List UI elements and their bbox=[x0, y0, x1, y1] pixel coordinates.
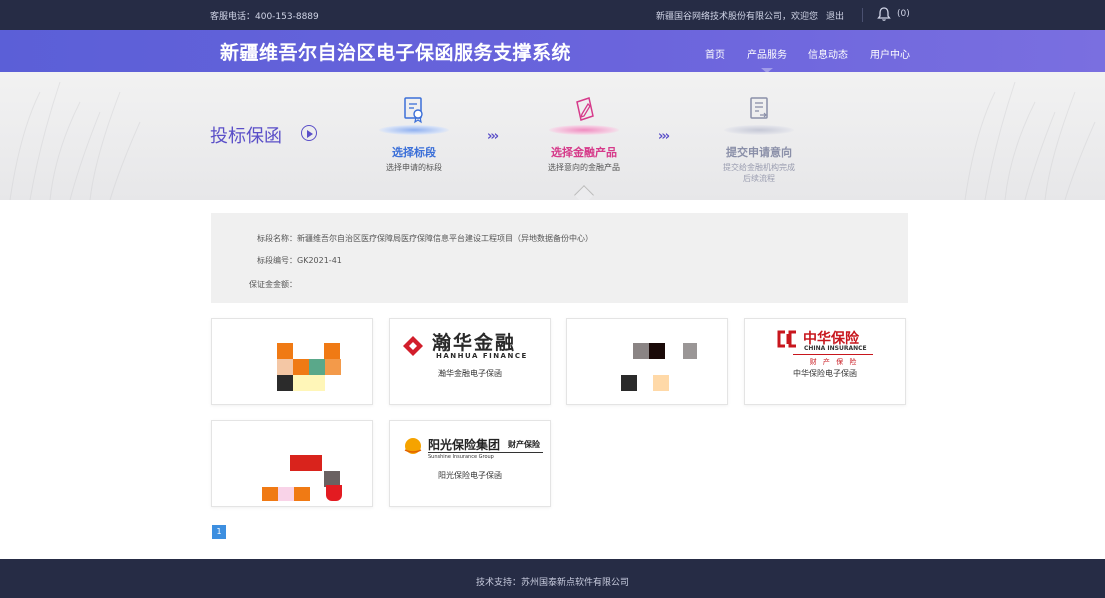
product-card-china-insurance[interactable]: 中华保险 CHINA INSURANCE 财 产 保 险 中华保险电子保函 bbox=[744, 318, 906, 405]
section-name: 标段名称：新疆维吾尔自治区医疗保障局医疗保障信息平台建设工程项目（异地数据备份中… bbox=[257, 234, 593, 243]
nav-home[interactable]: 首页 bbox=[705, 46, 725, 61]
divider bbox=[862, 8, 863, 22]
footer: 技术支持：苏州国泰新点软件有限公司 bbox=[0, 559, 1105, 598]
product-card-hanhua[interactable]: 瀚华金融 HANHUA FINANCE 瀚华金融电子保函 bbox=[389, 318, 551, 405]
sunshine-logo-side: 财产保险 bbox=[508, 440, 540, 449]
play-icon bbox=[301, 125, 317, 141]
background-decoration bbox=[9, 81, 141, 200]
china-insurance-emblem-icon bbox=[777, 330, 796, 348]
product-card[interactable] bbox=[211, 318, 373, 405]
sunshine-emblem-icon bbox=[404, 438, 422, 454]
page-1-button[interactable]: 1 bbox=[212, 525, 226, 539]
sunshine-logo-subtitle: Sunshine Insurance Group bbox=[428, 454, 494, 460]
hanhua-logo-subtitle: HANHUA FINANCE bbox=[436, 352, 528, 360]
hanhua-emblem-icon bbox=[403, 336, 423, 356]
background-decoration bbox=[964, 81, 1096, 200]
service-phone: 客服电话：400-153-8889 bbox=[210, 12, 319, 22]
nav-products[interactable]: 产品服务 bbox=[747, 46, 787, 73]
platform-glow bbox=[724, 125, 794, 135]
welcome-text: 新疆国谷网络技术股份有限公司，欢迎您 bbox=[656, 12, 819, 22]
step-desc: 选择申请的标段 bbox=[386, 163, 442, 172]
section-code: 标段编号：GK2021-41 bbox=[257, 256, 342, 265]
product-card[interactable] bbox=[211, 420, 373, 507]
step-banner: 投标保函 选择标段 选择申请的标段 ››› 选择金融产品 选择意向的金融产品 ›… bbox=[0, 72, 1105, 200]
main-header: 新疆维吾尔自治区电子保函服务支撑系统 首页 产品服务 信息动态 用户中心 bbox=[0, 30, 1105, 73]
step-arrow: ››› bbox=[487, 129, 499, 144]
step-submit-application: 提交申请意向 提交给金融机构完成后续流程 bbox=[702, 72, 812, 200]
top-bar: 客服电话：400-153-8889 新疆国谷网络技术股份有限公司，欢迎您 退出 … bbox=[0, 0, 1105, 30]
page-title: 投标保函 bbox=[210, 126, 282, 147]
system-title: 新疆维吾尔自治区电子保函服务支撑系统 bbox=[220, 42, 572, 64]
product-caption: 阳光保险电子保函 bbox=[438, 471, 502, 480]
sunshine-logo-title: 阳光保险集团 bbox=[428, 438, 501, 452]
step-name: 选择金融产品 bbox=[551, 146, 617, 159]
china-insurance-logo-sub2: 财 产 保 险 bbox=[809, 358, 859, 366]
product-card-sunshine[interactable]: 阳光保险集团 财产保险 Sunshine Insurance Group 阳光保… bbox=[389, 420, 551, 507]
deposit-amount-label: 保证金金额： bbox=[249, 280, 297, 289]
nav-news[interactable]: 信息动态 bbox=[808, 46, 848, 61]
hanhua-logo-title: 瀚华金融 bbox=[432, 332, 517, 354]
document-stamp-icon bbox=[404, 97, 423, 124]
step-desc: 选择意向的金融产品 bbox=[548, 163, 620, 172]
nav-user-center[interactable]: 用户中心 bbox=[870, 46, 910, 61]
bell-icon[interactable] bbox=[876, 6, 892, 22]
step-desc: 提交给金融机构完成后续流程 bbox=[723, 163, 795, 183]
step-select-section: 选择标段 选择申请的标段 bbox=[357, 72, 467, 200]
china-insurance-logo-subtitle: CHINA INSURANCE bbox=[804, 345, 867, 352]
step-select-product: 选择金融产品 选择意向的金融产品 bbox=[527, 72, 637, 200]
pen-edit-icon bbox=[576, 97, 594, 121]
step-name: 提交申请意向 bbox=[726, 146, 792, 159]
step-name: 选择标段 bbox=[392, 146, 436, 159]
step-arrow: ››› bbox=[658, 129, 670, 144]
footer-tech-support: 技术支持：苏州国泰新点软件有限公司 bbox=[475, 578, 629, 588]
platform-glow bbox=[549, 125, 619, 135]
checklist-icon bbox=[750, 97, 768, 119]
product-card[interactable] bbox=[566, 318, 728, 405]
product-caption: 瀚华金融电子保函 bbox=[438, 369, 502, 378]
section-info-panel: 标段名称：新疆维吾尔自治区医疗保障局医疗保障信息平台建设工程项目（异地数据备份中… bbox=[211, 213, 908, 303]
notification-count[interactable]: (0) bbox=[897, 9, 910, 19]
product-caption: 中华保险电子保函 bbox=[793, 369, 857, 378]
logout-link[interactable]: 退出 bbox=[826, 9, 844, 22]
platform-glow bbox=[379, 125, 449, 135]
